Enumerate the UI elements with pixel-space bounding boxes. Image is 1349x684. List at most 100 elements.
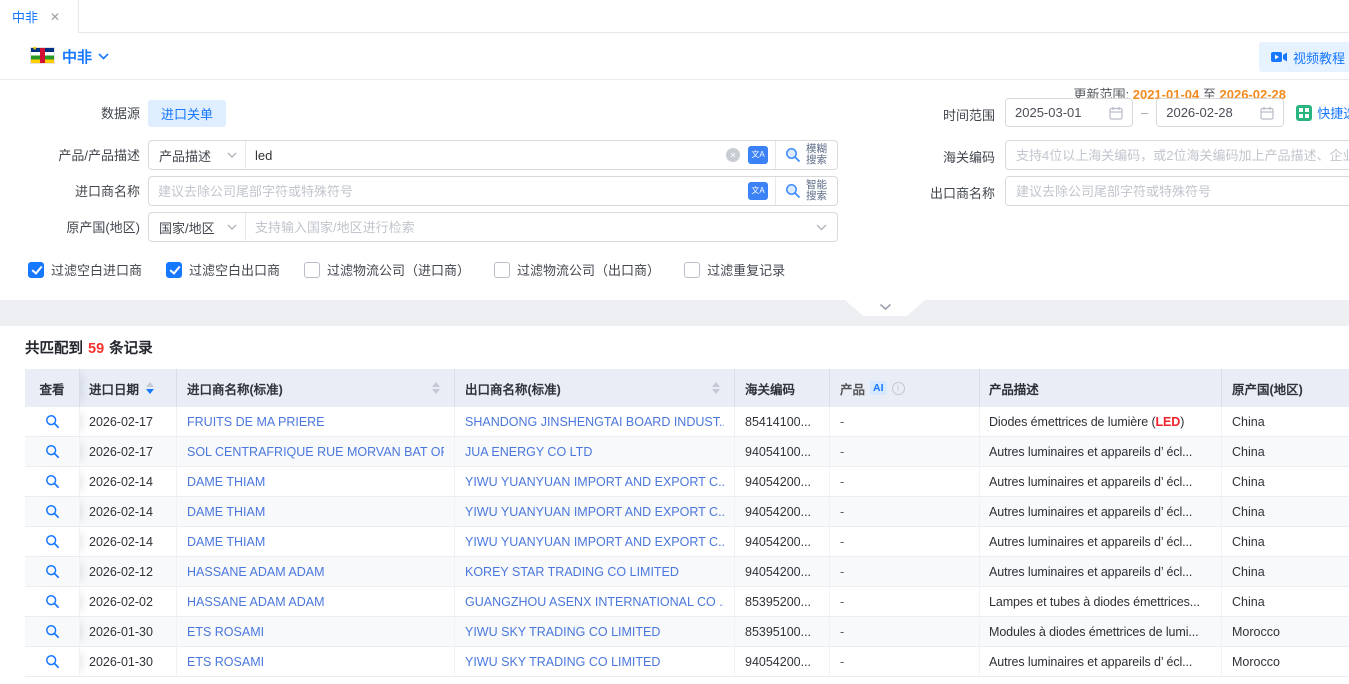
view-magnifier-icon[interactable] bbox=[45, 594, 60, 609]
country-selector[interactable]: 中非 bbox=[62, 46, 109, 67]
quick-select-icon bbox=[1296, 105, 1312, 121]
table-body: 2026-02-17 FRUITS DE MA PRIERE SHANDONG … bbox=[25, 407, 1349, 677]
end-date-input[interactable]: 2026-02-28 bbox=[1156, 98, 1284, 127]
clear-icon[interactable]: ✕ bbox=[726, 148, 740, 162]
importer-search-input[interactable] bbox=[149, 184, 748, 199]
importer-cell[interactable]: ETS ROSAMI bbox=[177, 647, 455, 676]
product-search-input[interactable] bbox=[246, 148, 726, 163]
exporter-cell[interactable]: GUANGZHOU ASENX INTERNATIONAL CO ... bbox=[455, 587, 735, 616]
view-cell[interactable] bbox=[25, 497, 80, 526]
filter-checkbox-item[interactable]: 过滤物流公司（进口商） bbox=[304, 260, 470, 279]
view-cell[interactable] bbox=[25, 467, 80, 496]
table-header: 查看 进口日期 进口商名称(标准) 出口商名称(标准) 海关编码 产品 AI i… bbox=[25, 369, 1349, 407]
checkbox[interactable] bbox=[684, 262, 700, 278]
sort-icon[interactable] bbox=[712, 382, 720, 394]
column-header-hs-code: 海关编码 bbox=[735, 369, 830, 407]
sort-icon[interactable] bbox=[146, 382, 154, 394]
product-mode-select[interactable]: 产品描述 bbox=[149, 141, 246, 169]
tab-zhongfei[interactable]: 中非 ✕ bbox=[0, 0, 79, 33]
origin-search-input[interactable] bbox=[246, 220, 816, 235]
chevron-down-icon bbox=[227, 152, 237, 158]
exporter-cell[interactable]: YIWU YUANYUAN IMPORT AND EXPORT C... bbox=[455, 527, 735, 556]
chevron-down-icon[interactable] bbox=[816, 224, 827, 231]
description-cell: Autres luminaires et appareils d’ écl... bbox=[980, 557, 1222, 586]
view-cell[interactable] bbox=[25, 587, 80, 616]
time-range-group: 2025-03-01 – 2026-02-28 快捷选择 bbox=[1005, 98, 1349, 127]
sort-icon[interactable] bbox=[432, 382, 440, 394]
exporter-cell[interactable]: YIWU SKY TRADING CO LIMITED bbox=[455, 647, 735, 676]
video-tutorial-button[interactable]: 视频教程 bbox=[1259, 42, 1349, 72]
view-cell[interactable] bbox=[25, 557, 80, 586]
quick-select-button[interactable]: 快捷选择 bbox=[1296, 103, 1349, 122]
exporter-cell[interactable]: YIWU SKY TRADING CO LIMITED bbox=[455, 617, 735, 646]
exporter-cell[interactable]: JUA ENERGY CO LTD bbox=[455, 437, 735, 466]
view-magnifier-icon[interactable] bbox=[45, 564, 60, 579]
exporter-cell[interactable]: YIWU YUANYUAN IMPORT AND EXPORT C... bbox=[455, 467, 735, 496]
table-row: 2026-02-12 HASSANE ADAM ADAM KOREY STAR … bbox=[25, 557, 1349, 587]
quick-select-label: 快捷选择 bbox=[1317, 103, 1349, 122]
hs-code-cell: 94054100... bbox=[735, 437, 830, 466]
importer-cell[interactable]: DAME THIAM bbox=[177, 527, 455, 556]
exporter-cell[interactable]: YIWU YUANYUAN IMPORT AND EXPORT C... bbox=[455, 497, 735, 526]
filter-checkbox-item[interactable]: 过滤空白出口商 bbox=[166, 260, 280, 279]
importer-cell[interactable]: DAME THIAM bbox=[177, 467, 455, 496]
origin-cell: China bbox=[1222, 557, 1349, 586]
exporter-name-input[interactable] bbox=[1005, 176, 1349, 206]
view-magnifier-icon[interactable] bbox=[45, 504, 60, 519]
filter-checkbox-item[interactable]: 过滤重复记录 bbox=[684, 260, 785, 279]
view-magnifier-icon[interactable] bbox=[45, 474, 60, 489]
import-date-cell: 2026-02-14 bbox=[80, 497, 177, 526]
column-header-view: 查看 bbox=[25, 369, 80, 407]
smart-search-button[interactable]: 智能搜索 bbox=[775, 177, 837, 205]
exporter-cell[interactable]: SHANDONG JINSHENGTAI BOARD INDUST... bbox=[455, 407, 735, 436]
translate-icon[interactable]: 文A bbox=[748, 182, 768, 200]
importer-cell[interactable]: HASSANE ADAM ADAM bbox=[177, 557, 455, 586]
checkbox[interactable] bbox=[494, 262, 510, 278]
import-date-cell: 2026-02-17 bbox=[80, 407, 177, 436]
description-cell: Autres luminaires et appareils d’ écl... bbox=[980, 467, 1222, 496]
importer-cell[interactable]: SOL CENTRAFRIQUE RUE MORVAN BAT OF... bbox=[177, 437, 455, 466]
calendar-icon bbox=[1109, 106, 1123, 120]
central-african-republic-flag: ★ bbox=[30, 47, 55, 64]
data-source-label: 数据源 bbox=[0, 105, 140, 123]
view-cell[interactable] bbox=[25, 527, 80, 556]
importer-cell[interactable]: FRUITS DE MA PRIERE bbox=[177, 407, 455, 436]
hs-code-cell: 94054200... bbox=[735, 647, 830, 676]
importer-cell[interactable]: HASSANE ADAM ADAM bbox=[177, 587, 455, 616]
data-source-import-declaration-button[interactable]: 进口关单 bbox=[148, 100, 226, 127]
importer-cell[interactable]: DAME THIAM bbox=[177, 497, 455, 526]
results-count: 59 bbox=[88, 341, 104, 357]
product-cell: - bbox=[830, 467, 980, 496]
view-magnifier-icon[interactable] bbox=[45, 654, 60, 669]
close-icon[interactable]: ✕ bbox=[50, 10, 60, 24]
origin-mode-select[interactable]: 国家/地区 bbox=[149, 213, 246, 241]
view-cell[interactable] bbox=[25, 407, 80, 436]
checkbox[interactable] bbox=[304, 262, 320, 278]
view-cell[interactable] bbox=[25, 617, 80, 646]
filter-checkbox-item[interactable]: 过滤空白进口商 bbox=[28, 260, 142, 279]
exporter-cell[interactable]: KOREY STAR TRADING CO LIMITED bbox=[455, 557, 735, 586]
end-date-value: 2026-02-28 bbox=[1166, 105, 1233, 120]
info-icon[interactable]: i bbox=[892, 382, 905, 395]
column-header-exporter[interactable]: 出口商名称(标准) bbox=[455, 369, 735, 407]
view-magnifier-icon[interactable] bbox=[45, 414, 60, 429]
column-header-importer[interactable]: 进口商名称(标准) bbox=[177, 369, 455, 407]
table-row: 2026-02-17 FRUITS DE MA PRIERE SHANDONG … bbox=[25, 407, 1349, 437]
search-icon bbox=[785, 147, 801, 163]
hs-code-input[interactable] bbox=[1005, 140, 1349, 170]
start-date-input[interactable]: 2025-03-01 bbox=[1005, 98, 1133, 127]
checkbox[interactable] bbox=[28, 262, 44, 278]
view-magnifier-icon[interactable] bbox=[45, 444, 60, 459]
filter-checkbox-item[interactable]: 过滤物流公司（出口商） bbox=[494, 260, 660, 279]
description-cell: Autres luminaires et appareils d’ écl... bbox=[980, 527, 1222, 556]
view-cell[interactable] bbox=[25, 647, 80, 676]
view-magnifier-icon[interactable] bbox=[45, 624, 60, 639]
importer-cell[interactable]: ETS ROSAMI bbox=[177, 617, 455, 646]
view-cell[interactable] bbox=[25, 437, 80, 466]
translate-icon[interactable]: 文A bbox=[748, 146, 768, 164]
view-magnifier-icon[interactable] bbox=[45, 534, 60, 549]
fuzzy-search-button[interactable]: 模糊搜索 bbox=[775, 141, 837, 169]
checkbox[interactable] bbox=[166, 262, 182, 278]
column-header-import-date[interactable]: 进口日期 bbox=[80, 369, 177, 407]
tabbar-divider bbox=[79, 32, 1349, 33]
